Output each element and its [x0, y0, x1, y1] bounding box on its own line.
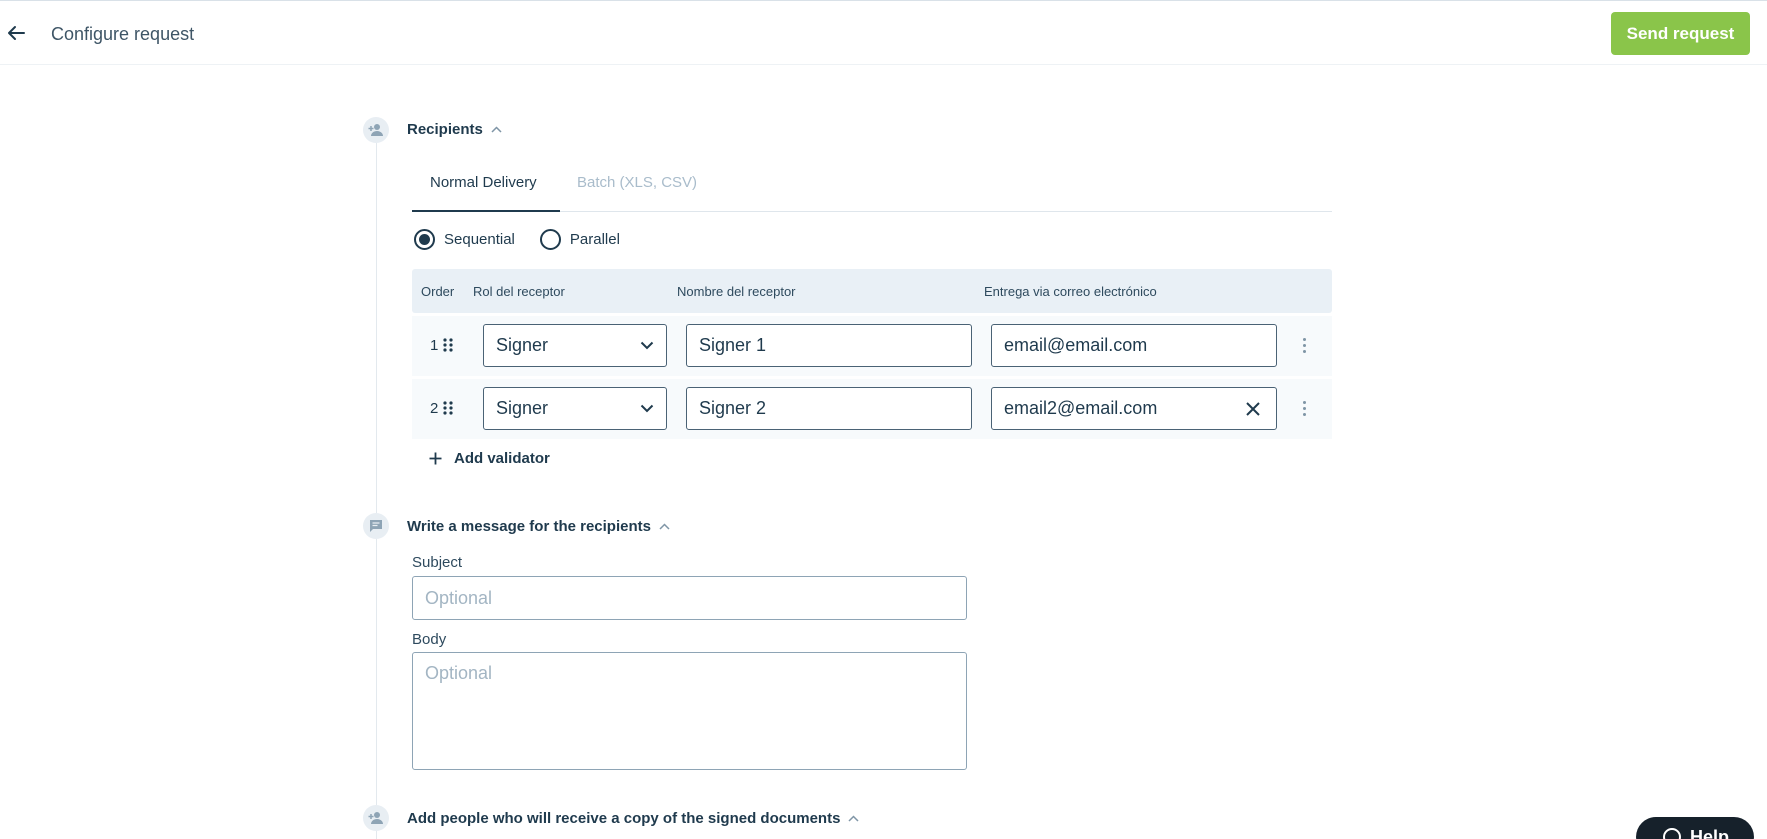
radio-unchecked-icon [539, 229, 561, 250]
drag-handle-icon[interactable] [442, 337, 454, 353]
order-mode-radio-group: Sequential Parallel [414, 229, 620, 250]
role-select[interactable]: Signer [483, 387, 667, 430]
add-validator-button[interactable]: Add validator [429, 450, 550, 467]
plus-icon [429, 452, 442, 465]
col-delivery: Entrega via correo electrónico [984, 284, 1157, 299]
row-order: 2 [430, 400, 439, 417]
chevron-down-icon [640, 341, 654, 350]
radio-checked-icon [414, 229, 435, 250]
chevron-up-icon [659, 523, 670, 530]
copy-recipients-section-header[interactable]: Add people who will receive a copy of th… [407, 810, 859, 827]
recipient-name-input[interactable] [686, 387, 972, 430]
help-icon [1663, 828, 1681, 839]
subject-input[interactable] [412, 576, 967, 620]
recipients-table: Order Rol del receptor Nombre del recept… [412, 269, 1332, 439]
send-request-button[interactable]: Send request [1611, 12, 1750, 55]
recipient-email-input[interactable] [991, 387, 1277, 430]
delivery-tabs: Normal Delivery Batch (XLS, CSV) [412, 162, 1332, 212]
copy-recipients-title: Add people who will receive a copy of th… [407, 810, 841, 827]
radio-sequential-label: Sequential [444, 231, 515, 248]
tab-normal-delivery[interactable]: Normal Delivery [412, 174, 560, 212]
role-select-value: Signer [496, 398, 549, 418]
add-person-icon [363, 117, 389, 143]
col-name: Nombre del receptor [677, 284, 796, 299]
table-header: Order Rol del receptor Nombre del recept… [412, 269, 1332, 313]
help-label: Help [1690, 826, 1730, 839]
recipients-title: Recipients [407, 121, 483, 138]
col-role: Rol del receptor [473, 284, 565, 299]
add-validator-label: Add validator [454, 450, 550, 467]
back-button[interactable] [6, 23, 26, 43]
body-textarea[interactable] [412, 652, 967, 770]
recipient-email-input[interactable] [991, 324, 1277, 367]
drag-handle-icon[interactable] [442, 400, 454, 416]
chevron-up-icon [491, 126, 502, 133]
recipient-name-input[interactable] [686, 324, 972, 367]
message-title: Write a message for the recipients [407, 518, 651, 535]
subject-label: Subject [412, 554, 463, 571]
col-order: Order [421, 284, 455, 299]
recipient-name-value[interactable] [699, 335, 959, 356]
page-title: Configure request [51, 24, 195, 44]
help-button[interactable]: Help [1636, 817, 1754, 839]
table-row: 2 Signer [412, 379, 1332, 439]
chevron-up-icon [848, 815, 859, 822]
recipients-section-header[interactable]: Recipients [407, 121, 502, 138]
chevron-down-icon [640, 404, 654, 413]
row-more-icon[interactable] [1296, 397, 1312, 419]
radio-parallel[interactable]: Parallel [539, 229, 620, 250]
role-select-value: Signer [496, 335, 549, 355]
arrow-left-icon [8, 26, 25, 40]
message-icon [363, 513, 389, 539]
radio-sequential[interactable]: Sequential [414, 229, 515, 250]
recipient-email-value[interactable] [1004, 398, 1236, 419]
tab-batch[interactable]: Batch (XLS, CSV) [577, 174, 697, 212]
page-header: Configure request Send request [0, 3, 1767, 65]
radio-parallel-label: Parallel [569, 231, 620, 248]
message-section-header[interactable]: Write a message for the recipients [407, 518, 670, 535]
section-timeline [376, 130, 377, 839]
row-more-icon[interactable] [1296, 334, 1312, 356]
recipient-email-value[interactable] [1004, 335, 1264, 356]
add-person-icon [363, 805, 389, 831]
body-label: Body [412, 631, 447, 648]
role-select[interactable]: Signer [483, 324, 667, 367]
recipient-name-value[interactable] [699, 398, 959, 419]
row-order: 1 [430, 337, 439, 354]
clear-icon[interactable] [1244, 400, 1262, 418]
table-row: 1 Signer [412, 316, 1332, 376]
